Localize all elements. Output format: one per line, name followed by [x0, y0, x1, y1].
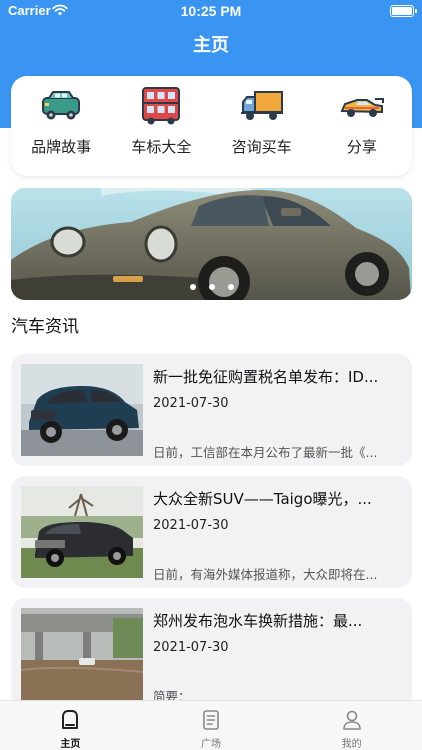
quick-item-brand-story[interactable]: 品牌故事: [11, 76, 111, 176]
news-title: 新一批免征购置税名单发布：ID...: [153, 368, 379, 386]
quick-item-label: 咨询买车: [231, 138, 292, 156]
home-icon: [62, 710, 79, 729]
news-card[interactable]: 郑州发布泡水车换新措施：最... 2021-07-30 简要：: [11, 598, 412, 710]
news-thumbnail: [21, 608, 143, 700]
news-card[interactable]: 大众全新SUV——Taigo曝光，... 2021-07-30 日前，有海外媒体…: [11, 476, 412, 588]
news-summary: 日前，有海外媒体报道称，大众即将在...: [153, 567, 378, 582]
status-bar: Carrier 10:25 PM: [0, 0, 422, 24]
car-icon: [42, 91, 81, 120]
tab-label: 我的: [341, 739, 362, 750]
truck-icon: [240, 91, 283, 120]
page-title: 主页: [193, 35, 229, 56]
news-thumbnail: [21, 486, 143, 578]
carousel-dot[interactable]: [208, 284, 215, 290]
carousel-dot[interactable]: [189, 284, 196, 290]
quick-item-share[interactable]: 分享: [312, 76, 412, 176]
clock: 10:25 PM: [180, 3, 242, 19]
battery-icon: [390, 5, 417, 17]
banner-carousel[interactable]: [11, 188, 412, 300]
news-title: 郑州发布泡水车换新措施：最...: [153, 612, 363, 630]
tab-bar: 主页 广场 我的: [0, 700, 422, 750]
news-date: 2021-07-30: [153, 396, 229, 411]
news-title: 大众全新SUV——Taigo曝光，...: [153, 490, 372, 508]
bus-icon: [142, 87, 181, 125]
sports-car-icon: [340, 98, 384, 117]
tab-label: 广场: [201, 739, 221, 750]
news-date: 2021-07-30: [153, 640, 229, 655]
news-summary: 日前，工信部在本月公布了最新一批《...: [153, 445, 378, 460]
quick-menu: 品牌故事 车标大全 咨询买车 分享: [11, 76, 412, 176]
news-thumbnail: [21, 364, 143, 456]
tab-label: 主页: [60, 739, 81, 750]
quick-item-car-logos[interactable]: 车标大全: [111, 76, 211, 176]
quick-item-label: 车标大全: [131, 138, 192, 156]
user-icon: [342, 710, 361, 730]
news-card[interactable]: 新一批免征购置税名单发布：ID... 2021-07-30 日前，工信部在本月公…: [11, 354, 412, 466]
tab-home[interactable]: 主页: [0, 701, 141, 750]
carousel-indicator[interactable]: [11, 284, 412, 290]
quick-item-label: 品牌故事: [31, 138, 92, 156]
document-icon: [203, 710, 219, 730]
tab-mine[interactable]: 我的: [281, 701, 422, 750]
quick-item-buy-car[interactable]: 咨询买车: [212, 76, 312, 176]
carousel-dot[interactable]: [227, 284, 234, 290]
quick-item-label: 分享: [346, 138, 377, 156]
news-date: 2021-07-30: [153, 518, 229, 533]
tab-plaza[interactable]: 广场: [141, 701, 282, 750]
section-title: 汽车资讯: [11, 317, 79, 337]
